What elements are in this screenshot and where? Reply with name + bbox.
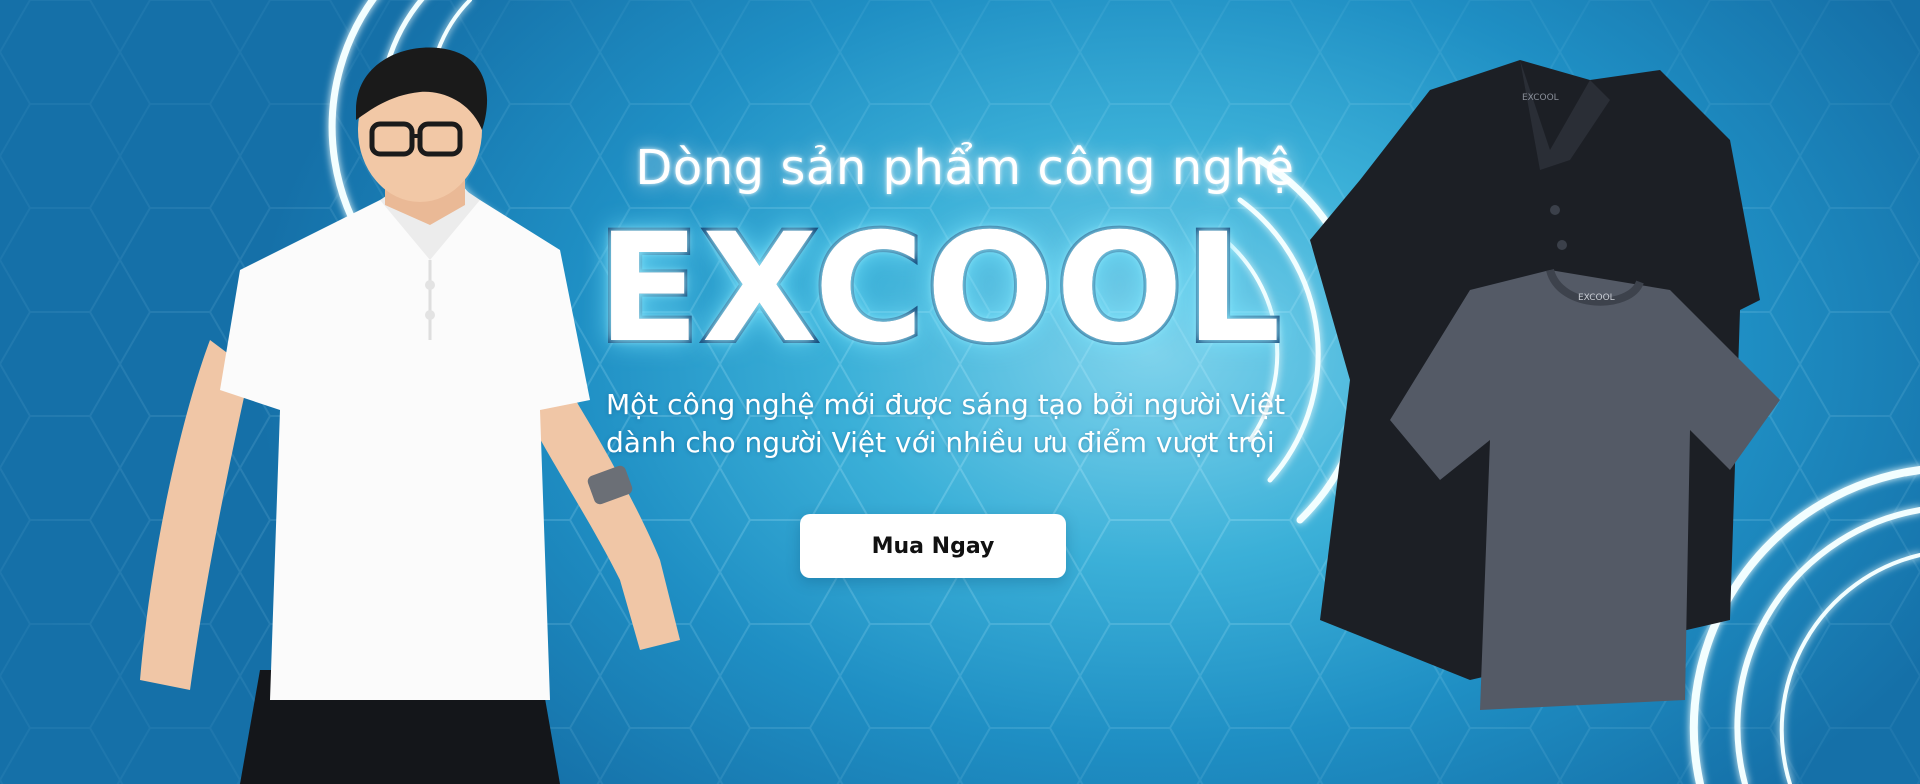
hero-description: Một công nghệ mới được sáng tạo bởi ngườ…	[560, 386, 1320, 462]
buy-now-button[interactable]: Mua Ngay	[800, 514, 1066, 578]
excool-shirts-image: EXCOOL EXCOOL	[1310, 60, 1780, 710]
svg-text:EXCOOL: EXCOOL	[1522, 93, 1559, 103]
hero-copy: Dòng sản phẩm công nghệ EXCOOL Một công …	[560, 140, 1320, 462]
hero-banner: EXCOOL EXCOOL Dòng sản phẩm công nghệ EX…	[0, 0, 1920, 784]
description-line-2: dành cho người Việt với nhiều ưu điểm vư…	[606, 426, 1275, 459]
description-line-1: Một công nghệ mới được sáng tạo bởi ngườ…	[606, 388, 1286, 421]
svg-text:EXCOOL: EXCOOL	[1578, 293, 1615, 303]
hero-kicker: Dòng sản phẩm công nghệ	[635, 140, 1295, 196]
brand-title: EXCOOL	[594, 202, 1283, 376]
